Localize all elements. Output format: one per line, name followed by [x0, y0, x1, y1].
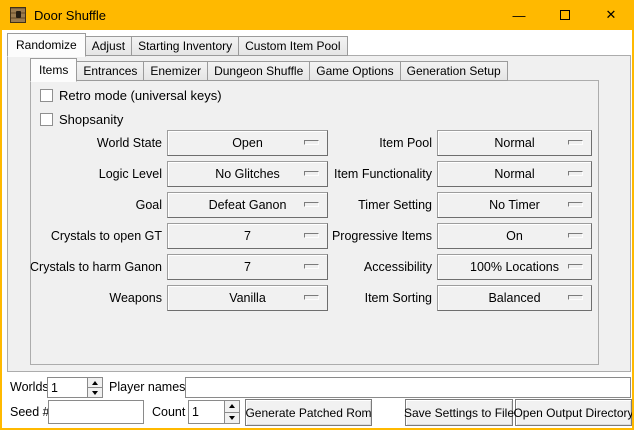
- tab-starting-inventory[interactable]: Starting Inventory: [131, 36, 239, 56]
- worlds-spinner-arrows: [87, 378, 102, 397]
- tab-custom-item-pool[interactable]: Custom Item Pool: [238, 36, 347, 56]
- dropdown-indicator-icon: [568, 264, 583, 269]
- accessibility-value: 100% Locations: [470, 260, 559, 274]
- worlds-input[interactable]: [48, 378, 87, 397]
- dropdown-indicator-icon: [568, 295, 583, 300]
- item-pool-label: Item Pool: [302, 136, 432, 150]
- item-functionality-value: Normal: [494, 167, 534, 181]
- checkbox-icon[interactable]: [40, 113, 53, 126]
- close-button[interactable]: ✕: [588, 0, 634, 30]
- tab-generation-setup[interactable]: Generation Setup: [400, 61, 508, 81]
- tab-enemizer[interactable]: Enemizer: [143, 61, 208, 81]
- goal-value: Defeat Ganon: [209, 198, 287, 212]
- open-output-directory-button[interactable]: Open Output Directory: [515, 399, 632, 426]
- logic-level-value: No Glitches: [215, 167, 280, 181]
- accessibility-dropdown[interactable]: 100% Locations: [437, 254, 592, 280]
- spin-up-icon[interactable]: [88, 378, 102, 388]
- weapons-value: Vanilla: [229, 291, 266, 305]
- window-title: Door Shuffle: [34, 8, 106, 23]
- tab-dungeon-shuffle[interactable]: Dungeon Shuffle: [207, 61, 310, 81]
- goal-label: Goal: [30, 198, 162, 212]
- item-functionality-dropdown[interactable]: Normal: [437, 161, 592, 187]
- minimize-icon: —: [513, 8, 526, 23]
- item-sorting-value: Balanced: [488, 291, 540, 305]
- tab-adjust[interactable]: Adjust: [85, 36, 132, 56]
- minimize-button[interactable]: —: [496, 0, 542, 30]
- crystals-open-gt-label: Crystals to open GT: [30, 229, 162, 243]
- timer-setting-dropdown[interactable]: No Timer: [437, 192, 592, 218]
- item-pool-value: Normal: [494, 136, 534, 150]
- world-state-value: Open: [232, 136, 263, 150]
- options-column-left: World State Open Logic Level No Glitches…: [30, 130, 328, 316]
- world-state-label: World State: [30, 136, 162, 150]
- seed-input[interactable]: [48, 400, 144, 424]
- count-input[interactable]: [189, 401, 224, 423]
- worlds-spinner[interactable]: [47, 377, 103, 398]
- retro-mode-checkbox[interactable]: Retro mode (universal keys): [40, 88, 222, 103]
- app-window: Door Shuffle — ✕ Randomize Adjust Starti…: [0, 0, 634, 430]
- seed-label: Seed #: [10, 402, 50, 423]
- spin-down-icon[interactable]: [225, 413, 239, 424]
- shopsanity-label: Shopsanity: [59, 112, 123, 127]
- count-spinner[interactable]: [188, 400, 240, 424]
- titlebar: Door Shuffle — ✕: [0, 0, 634, 30]
- item-functionality-label: Item Functionality: [302, 167, 432, 181]
- player-names-label: Player names: [109, 377, 185, 398]
- progressive-items-dropdown[interactable]: On: [437, 223, 592, 249]
- window-controls: — ✕: [496, 0, 634, 30]
- options-column-right: Item Pool Normal Item Functionality Norm…: [302, 130, 592, 316]
- count-spinner-arrows: [224, 401, 239, 423]
- app-chest-icon: [10, 7, 26, 23]
- generate-patched-rom-button[interactable]: Generate Patched Rom: [245, 399, 372, 426]
- count-label: Count: [152, 402, 185, 423]
- tab-entrances[interactable]: Entrances: [76, 61, 144, 81]
- crystals-harm-ganon-label: Crystals to harm Ganon: [30, 260, 162, 274]
- logic-level-label: Logic Level: [30, 167, 162, 181]
- save-settings-button[interactable]: Save Settings to File: [405, 399, 513, 426]
- dropdown-indicator-icon: [568, 202, 583, 207]
- dropdown-indicator-icon: [568, 140, 583, 145]
- item-sorting-label: Item Sorting: [302, 291, 432, 305]
- maximize-icon: [560, 10, 570, 20]
- tab-game-options[interactable]: Game Options: [309, 61, 400, 81]
- crystals-harm-ganon-value: 7: [244, 260, 251, 274]
- item-pool-dropdown[interactable]: Normal: [437, 130, 592, 156]
- dropdown-indicator-icon: [568, 233, 583, 238]
- close-icon: ✕: [606, 7, 617, 23]
- retro-mode-label: Retro mode (universal keys): [59, 88, 222, 103]
- timer-setting-label: Timer Setting: [302, 198, 432, 212]
- accessibility-label: Accessibility: [302, 260, 432, 274]
- player-names-input[interactable]: [185, 377, 631, 398]
- randomize-tabstrip: Items Entrances Enemizer Dungeon Shuffle…: [30, 58, 507, 81]
- worlds-label: Worlds: [10, 377, 49, 398]
- checkbox-icon[interactable]: [40, 89, 53, 102]
- main-tabstrip: Randomize Adjust Starting Inventory Cust…: [7, 33, 347, 56]
- progressive-items-value: On: [506, 229, 523, 243]
- tab-items[interactable]: Items: [30, 58, 77, 82]
- timer-setting-value: No Timer: [489, 198, 540, 212]
- tab-randomize[interactable]: Randomize: [7, 33, 86, 57]
- shopsanity-checkbox[interactable]: Shopsanity: [40, 112, 123, 127]
- spin-up-icon[interactable]: [225, 401, 239, 413]
- progressive-items-label: Progressive Items: [302, 229, 432, 243]
- dropdown-indicator-icon: [568, 171, 583, 176]
- weapons-label: Weapons: [30, 291, 162, 305]
- maximize-button[interactable]: [542, 0, 588, 30]
- item-sorting-dropdown[interactable]: Balanced: [437, 285, 592, 311]
- crystals-open-gt-value: 7: [244, 229, 251, 243]
- spin-down-icon[interactable]: [88, 388, 102, 397]
